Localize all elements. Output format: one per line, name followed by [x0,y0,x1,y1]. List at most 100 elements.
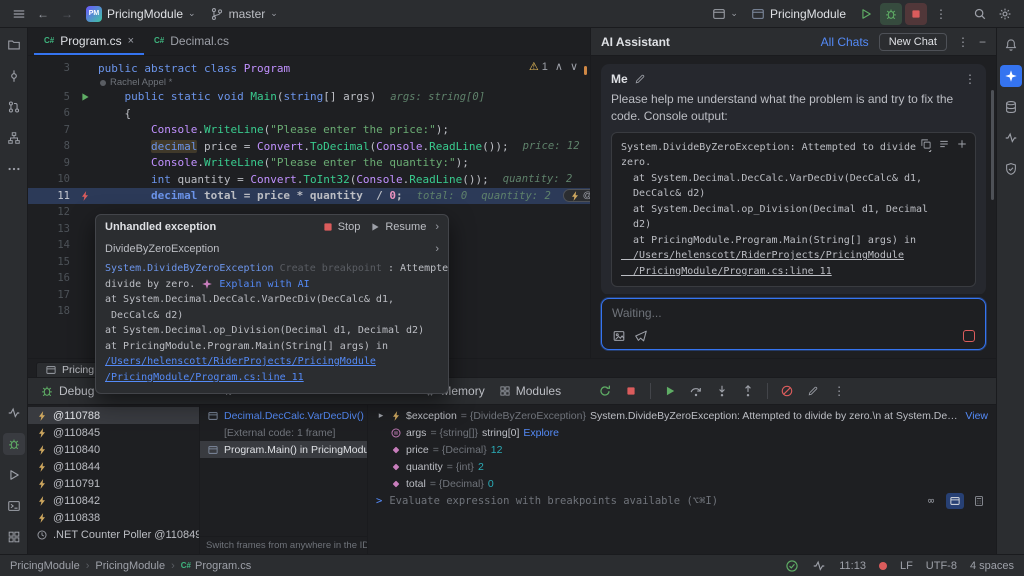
expand-icon[interactable]: ▸ [376,410,386,421]
ai-prompt-input[interactable]: Waiting... [601,298,986,350]
popup-resume-button[interactable]: Resume [369,221,426,233]
thread-row[interactable]: @110788 [28,407,199,424]
gutter[interactable] [72,190,98,202]
close-tab-icon[interactable]: × [128,35,134,47]
breadcrumb-file[interactable]: C#Program.cs [181,560,251,572]
services-tool-button[interactable] [3,526,25,548]
inspections-ok-icon[interactable] [785,559,799,573]
stop-button[interactable] [905,3,927,25]
send-prompt-icon[interactable] [634,329,648,343]
profiler-status-icon[interactable] [812,559,826,573]
thread-badge[interactable]: @110788 [563,189,590,202]
quick-evaluate-icon[interactable] [946,493,964,509]
variable-action-link[interactable]: Explore [523,427,559,439]
rerun-button[interactable] [595,381,615,401]
debug-more-button[interactable]: ⋮ [829,381,849,401]
stop-debug-button[interactable] [621,381,641,401]
more-actions-button[interactable]: ⋮ [930,3,952,25]
breadcrumb-solution[interactable]: PricingModule [10,560,80,572]
run-tool-button[interactable] [3,464,25,486]
vcs-branch-selector[interactable]: master ⌄ [204,3,284,25]
search-everywhere-button[interactable] [969,3,991,25]
modules-tab[interactable]: Modules [495,384,565,398]
notifications-button[interactable] [1000,34,1022,56]
stack-link[interactable]: /Users/helenscott/RiderProjects/PricingM… [105,354,376,370]
pull-requests-tool-button[interactable] [3,96,25,118]
debug-button[interactable] [880,3,902,25]
project-tool-button[interactable] [3,34,25,56]
ai-more-icon[interactable]: ⋮ [957,35,969,49]
message-more-icon[interactable]: ⋮ [964,72,976,86]
problems-tool-button[interactable] [1000,158,1022,180]
debug-tool-button[interactable] [3,433,25,455]
mute-breakpoints-button[interactable] [777,381,797,401]
ai-assistant-tool-button[interactable] [1000,65,1022,87]
back-button[interactable]: ← [32,3,54,25]
frame-row[interactable]: [External code: 1 frame] [200,424,367,441]
scrollbar-warning-mark[interactable] [584,66,587,75]
thread-row[interactable]: @110840 [28,441,199,458]
terminal-tool-button[interactable] [3,495,25,517]
endpoints-tool-button[interactable] [1000,127,1022,149]
all-chats-link[interactable]: All Chats [821,35,869,49]
thread-row[interactable]: @110842 [28,492,199,509]
frame-row[interactable]: Program.Main() in PricingModule [200,441,367,458]
popup-expand-icon[interactable]: › [435,221,439,233]
commit-tool-button[interactable] [3,65,25,87]
chat-scrollbar[interactable] [991,90,994,200]
project-selector[interactable]: PM PricingModule ⌄ [80,3,202,25]
prev-problem-icon[interactable]: ∧ [555,60,563,73]
settings-button[interactable] [994,3,1016,25]
tab-program-cs[interactable]: C# Program.cs × [34,28,144,55]
breadcrumb-project[interactable]: PricingModule [95,560,165,572]
frame-row[interactable]: Decimal.DecCalc.VarDecDiv() in ... [200,407,367,424]
gutter[interactable] [72,91,98,103]
line-ending-indicator[interactable]: LF [900,560,913,572]
stop-generating-button[interactable] [963,330,975,342]
hide-panel-icon[interactable]: − [979,35,986,49]
attach-image-icon[interactable] [612,329,626,343]
main-menu-button[interactable] [8,3,30,25]
inline-watches-icon[interactable]: ∞ [922,493,940,509]
thread-row[interactable]: @110844 [28,458,199,475]
more-tools-button[interactable] [3,158,25,180]
popup-stop-button[interactable]: Stop [322,221,361,233]
structure-tool-button[interactable] [3,127,25,149]
variable-row[interactable]: total= {Decimal}0 [368,475,996,492]
new-chat-button[interactable]: New Chat [879,33,947,51]
console-output[interactable]: System.DivideByZeroException: Attempted … [621,140,966,280]
edit-session-button[interactable] [803,381,823,401]
wrap-lines-icon[interactable] [938,138,950,150]
variable-row[interactable]: ▸$exception= {DivideByZeroException}Syst… [368,407,996,424]
variable-row[interactable]: args= {string[]}string[0]Explore [368,424,996,441]
evaluate-dialog-icon[interactable] [970,493,988,509]
encoding-indicator[interactable]: UTF-8 [926,560,957,572]
evaluate-expression-field[interactable]: > Evaluate expression with breakpoints a… [368,492,996,510]
variable-action-link[interactable]: View [965,410,988,422]
copy-icon[interactable] [920,138,932,150]
author-annotation[interactable]: Rachel Appel * [98,77,172,88]
edit-message-icon[interactable] [634,73,646,85]
stack-link[interactable]: Explain with AI [213,277,309,293]
exception-name-row[interactable]: DivideByZeroException › [96,239,448,259]
run-button[interactable] [855,3,877,25]
thread-row[interactable]: @110791 [28,475,199,492]
thread-row[interactable]: @110838 [28,509,199,526]
step-over-button[interactable] [686,381,706,401]
inspections-widget[interactable]: ⚠1 ∧ ∨ [529,60,578,73]
run-configuration-selector[interactable]: PricingModule [745,3,852,25]
forward-button[interactable]: → [56,3,78,25]
thread-row[interactable]: .NET Counter Poller @110849 [28,526,199,543]
profiler-tool-button[interactable] [3,402,25,424]
next-problem-icon[interactable]: ∨ [570,60,578,73]
step-into-button[interactable] [712,381,732,401]
variable-row[interactable]: price= {Decimal}12 [368,441,996,458]
insert-snippet-icon[interactable] [956,138,968,150]
step-out-button[interactable] [738,381,758,401]
debug-tab[interactable]: Debug [36,384,98,398]
tab-decimal-cs[interactable]: C# Decimal.cs [144,28,239,55]
resume-button[interactable] [660,381,680,401]
toolbar-widget-button[interactable]: ⌄ [708,3,742,25]
variable-row[interactable]: quantity= {int}2 [368,458,996,475]
stack-link[interactable]: /PricingModule/Program.cs:line 11 [105,370,304,386]
